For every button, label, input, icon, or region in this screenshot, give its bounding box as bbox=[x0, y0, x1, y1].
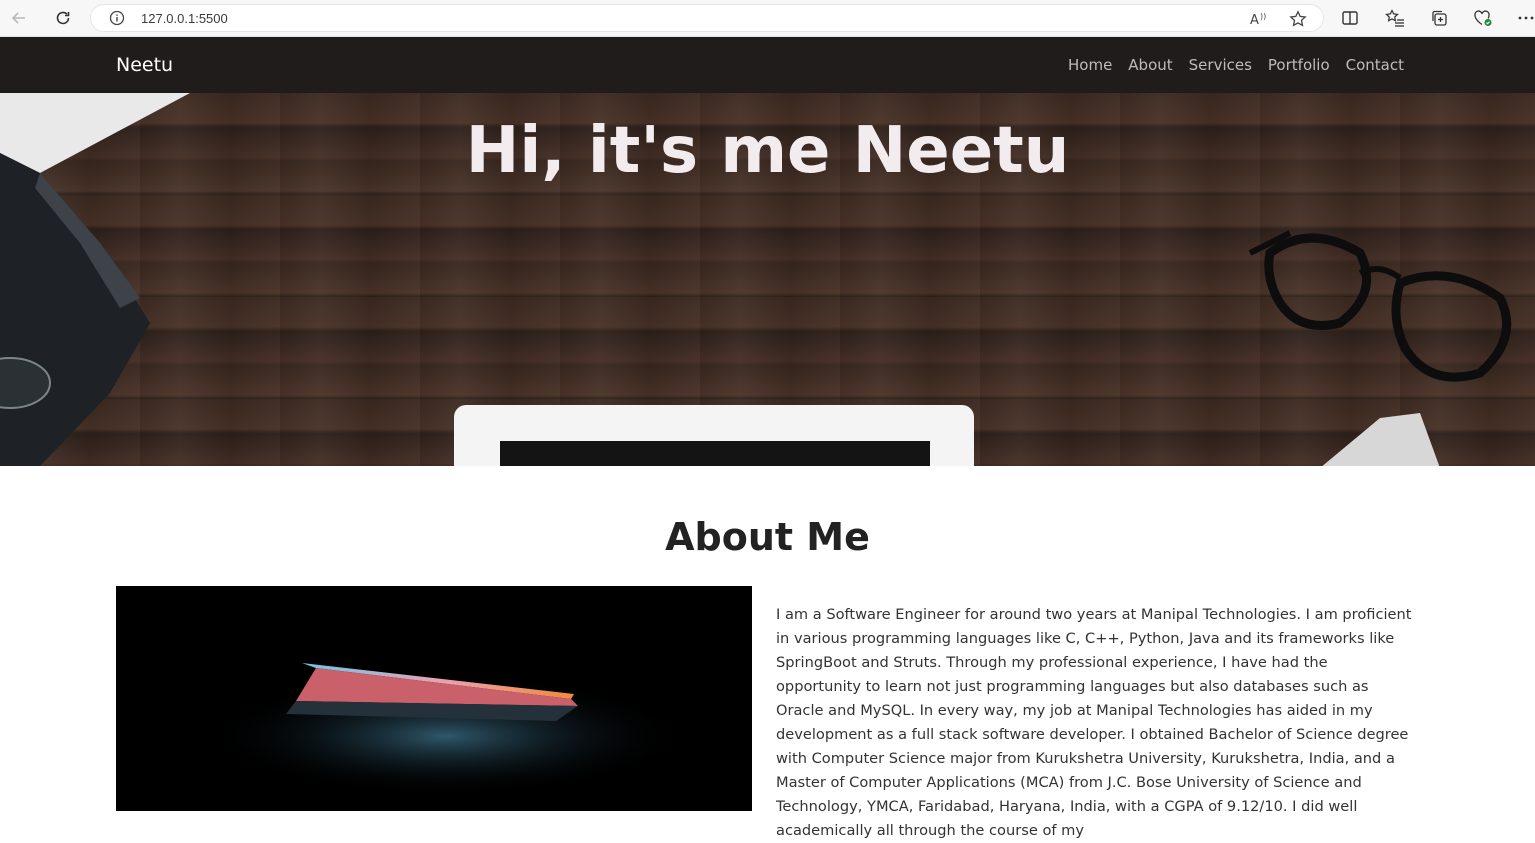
nav-link-contact[interactable]: Contact bbox=[1346, 56, 1404, 74]
address-bar[interactable]: 127.0.0.1:5500 A)) bbox=[90, 4, 1324, 32]
browser-toolbar: 127.0.0.1:5500 A)) bbox=[0, 0, 1535, 37]
more-menu-icon[interactable] bbox=[1515, 7, 1535, 29]
tablet-decoration bbox=[454, 405, 974, 466]
back-button[interactable] bbox=[6, 6, 32, 30]
reload-button[interactable] bbox=[50, 6, 76, 30]
about-heading: About Me bbox=[665, 515, 870, 559]
nav-link-portfolio[interactable]: Portfolio bbox=[1268, 56, 1330, 74]
phone-decoration bbox=[1322, 413, 1440, 466]
browser-essentials-icon[interactable] bbox=[1472, 7, 1494, 29]
read-aloud-icon[interactable]: A)) bbox=[1249, 11, 1269, 27]
nav-link-home[interactable]: Home bbox=[1068, 56, 1112, 74]
nav-menu: Home About Services Portfolio Contact bbox=[1052, 56, 1404, 74]
svg-text:A: A bbox=[1250, 13, 1259, 27]
reload-icon bbox=[56, 11, 70, 25]
glasses-decoration bbox=[1248, 230, 1512, 382]
svg-text:)): )) bbox=[1260, 12, 1266, 21]
favorites-list-icon[interactable] bbox=[1384, 7, 1406, 29]
brand-logo-link[interactable]: Neetu bbox=[116, 54, 173, 76]
nav-link-services[interactable]: Services bbox=[1189, 56, 1252, 74]
site-info-icon[interactable] bbox=[109, 10, 125, 26]
about-paragraph: I am a Software Engineer for around two … bbox=[776, 606, 1412, 839]
url-text[interactable]: 127.0.0.1:5500 bbox=[141, 11, 228, 26]
back-arrow-icon bbox=[11, 12, 25, 24]
site-navbar: Neetu Home About Services Portfolio Cont… bbox=[0, 37, 1535, 93]
nav-link-about[interactable]: About bbox=[1128, 56, 1172, 74]
hero-title: Hi, it's me Neetu bbox=[465, 114, 1070, 188]
about-laptop-image bbox=[116, 586, 752, 811]
collections-icon[interactable] bbox=[1428, 7, 1450, 29]
hero-section: Hi, it's me Neetu bbox=[0, 93, 1535, 466]
split-screen-icon[interactable] bbox=[1339, 7, 1361, 29]
favorite-star-icon[interactable] bbox=[1288, 10, 1308, 27]
tablet-screen bbox=[500, 441, 930, 466]
